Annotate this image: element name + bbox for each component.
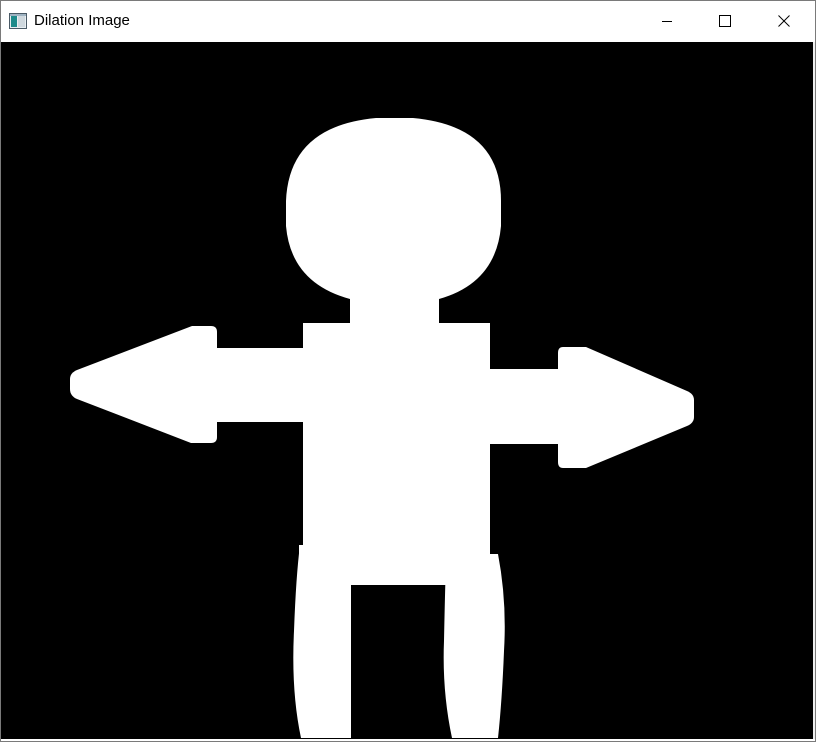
window-title: Dilation Image	[34, 12, 130, 29]
figure-left-leg	[293, 545, 351, 738]
close-button[interactable]	[755, 1, 813, 41]
figure-right-leg	[443, 554, 505, 738]
close-icon	[778, 15, 790, 27]
figure-torso	[299, 321, 498, 585]
maximize-button[interactable]	[696, 1, 754, 41]
title-bar[interactable]: Dilation Image	[1, 1, 815, 41]
figure-right-arm	[487, 369, 561, 444]
figure-left-arm	[215, 348, 305, 422]
image-display	[1, 42, 813, 739]
figure-head	[286, 118, 501, 299]
window-right-edge	[813, 42, 815, 739]
app-window: Dilation Image	[0, 0, 816, 742]
app-icon	[9, 13, 27, 29]
minimize-button[interactable]	[638, 1, 696, 41]
minimize-icon	[662, 21, 672, 22]
maximize-icon	[719, 15, 731, 27]
dilated-figure-image	[1, 42, 813, 739]
